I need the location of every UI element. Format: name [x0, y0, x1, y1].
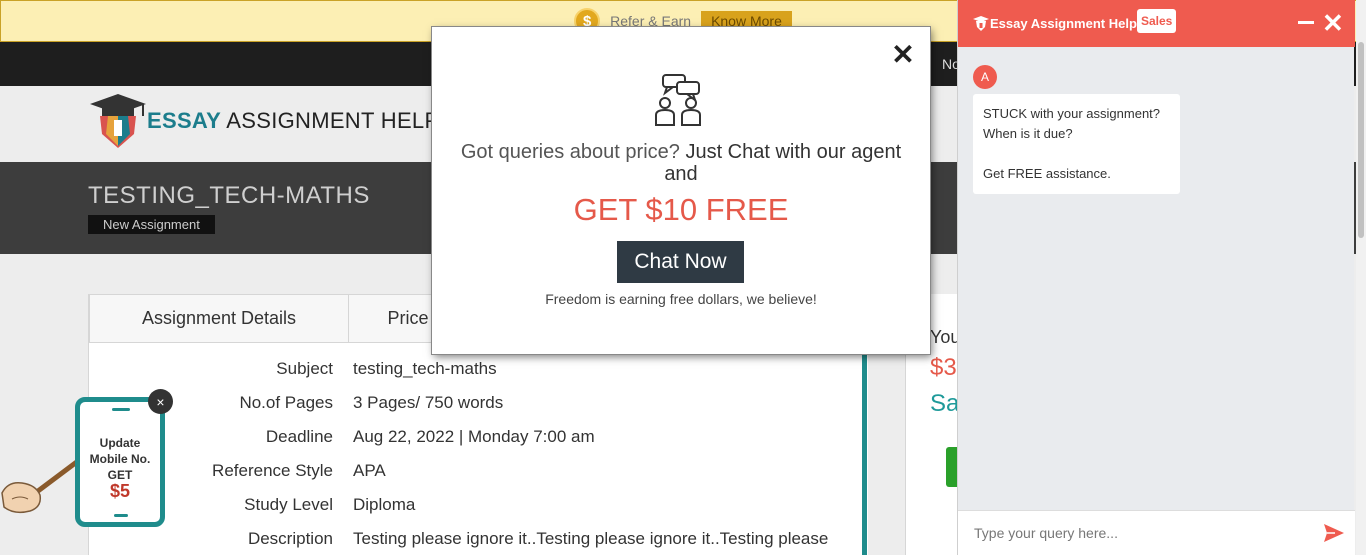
- detail-value: APA: [353, 461, 386, 480]
- chat-widget: Essay Assignment Help Sales ✕ A STUCK wi…: [957, 0, 1355, 555]
- detail-label: Reference Style: [212, 461, 333, 480]
- logo-text[interactable]: ESSAY ASSIGNMENT HELP: [147, 108, 439, 134]
- detail-value: testing_tech-maths: [353, 359, 497, 378]
- scrollbar-thumb[interactable]: [1358, 42, 1364, 238]
- chat-input-bar: [958, 510, 1355, 555]
- detail-label: No.of Pages: [239, 393, 333, 412]
- modal-footer-text: Freedom is earning free dollars, we beli…: [545, 291, 817, 307]
- divider: [862, 343, 867, 555]
- side-savings: Sa: [930, 390, 960, 417]
- chat-people-icon: [655, 74, 701, 126]
- chat-message-line: Get FREE assistance.: [983, 166, 1111, 181]
- detail-value: 3 Pages/ 750 words: [353, 393, 504, 412]
- offer-text: GET $10 FREE: [573, 192, 789, 227]
- page-title: TESTING_TECH-MATHS: [88, 182, 370, 209]
- side-you-text: You: [930, 327, 961, 347]
- sales-badge: Sales: [1137, 9, 1177, 33]
- detail-row-deadline: Deadline Aug 22, 2022 | Monday 7:00 am: [89, 421, 849, 455]
- detail-label: Deadline: [265, 427, 333, 446]
- page-scrollbar[interactable]: [1356, 0, 1366, 555]
- side-price: $3: [930, 354, 957, 381]
- detail-row-reference-style: Reference Style APA: [89, 455, 849, 489]
- reward-amount: $5: [109, 481, 131, 501]
- detail-row-subject: Subject testing_tech-maths: [89, 353, 849, 387]
- hand-icon: [1, 458, 80, 514]
- chat-now-button[interactable]: Chat Now: [617, 241, 744, 283]
- update-mobile-widget[interactable]: Update Mobile No. GET $5 ×: [75, 389, 173, 527]
- update-mobile-text: Update Mobile No. GET: [89, 436, 151, 482]
- detail-value: Testing please ignore it..Testing please…: [353, 529, 829, 548]
- chat-message-line: When is it due?: [983, 126, 1073, 141]
- detail-label: Study Level: [244, 495, 333, 514]
- agent-avatar: A: [973, 65, 997, 89]
- chat-message-line: STUCK with your assignment?: [983, 106, 1161, 121]
- chat-message-line: [983, 144, 1170, 164]
- phone-home: [114, 514, 128, 517]
- status-badge: New Assignment: [88, 215, 215, 234]
- detail-label: Description: [247, 529, 333, 548]
- tab-assignment-details[interactable]: Assignment Details: [89, 294, 349, 343]
- minimize-icon[interactable]: [1298, 21, 1314, 24]
- detail-label: Subject: [276, 359, 333, 378]
- detail-value: Aug 22, 2022 | Monday 7:00 am: [353, 427, 595, 446]
- close-widget-button[interactable]: ×: [148, 389, 173, 414]
- chat-offer-modal: ✕ Got queries about price? Just Chat wit…: [432, 27, 930, 354]
- modal-message: Got queries about price? Just Chat with …: [460, 141, 902, 185]
- detail-row-pages: No.of Pages 3 Pages/ 750 words: [89, 387, 849, 421]
- send-icon[interactable]: [1323, 523, 1345, 543]
- chat-message-bubble: STUCK with your assignment? When is it d…: [973, 94, 1180, 194]
- detail-value: Diploma: [353, 495, 416, 514]
- chat-header: Essay Assignment Help Sales ✕: [958, 0, 1355, 47]
- modal-close-button[interactable]: ✕: [889, 41, 917, 69]
- logo-icon[interactable]: [88, 90, 150, 152]
- chat-title: Essay Assignment Help: [990, 16, 1137, 31]
- phone-frame: Update Mobile No. GET $5: [75, 397, 165, 527]
- phone-speaker: [112, 408, 130, 411]
- detail-row-study-level: Study Level Diploma: [89, 489, 849, 523]
- logo-icon: [973, 16, 989, 31]
- detail-row-description: Description Testing please ignore it..Te…: [89, 523, 849, 555]
- close-icon[interactable]: ✕: [1322, 10, 1344, 36]
- chat-input[interactable]: [974, 519, 1304, 547]
